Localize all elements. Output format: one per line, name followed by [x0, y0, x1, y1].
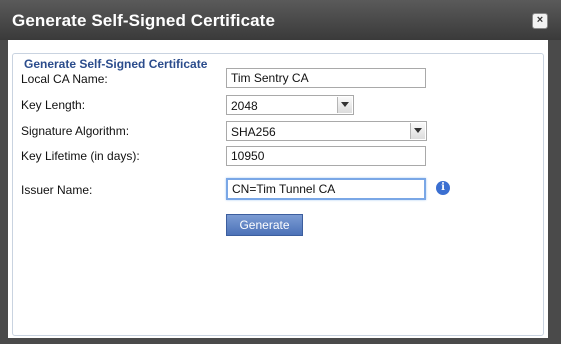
local-ca-name-label: Local CA Name:: [21, 72, 108, 86]
signature-algorithm-value: SHA256: [231, 125, 276, 139]
key-lifetime-input[interactable]: [226, 146, 426, 166]
dialog-title-bar: Generate Self-Signed Certificate ×: [0, 0, 561, 40]
fieldset-legend: Generate Self-Signed Certificate: [21, 57, 211, 71]
key-length-label: Key Length:: [21, 98, 86, 112]
signature-algorithm-label: Signature Algorithm:: [21, 124, 130, 138]
close-icon[interactable]: ×: [532, 13, 548, 29]
chevron-down-icon[interactable]: [337, 97, 352, 113]
signature-algorithm-select[interactable]: SHA256: [226, 121, 427, 141]
issuer-name-label: Issuer Name:: [21, 183, 93, 197]
dialog-title: Generate Self-Signed Certificate: [12, 11, 275, 30]
key-length-select[interactable]: 2048: [226, 95, 354, 115]
generate-certificate-dialog: Generate Self-Signed Certificate × Gener…: [0, 0, 561, 344]
info-icon[interactable]: i: [436, 181, 450, 195]
chevron-down-icon[interactable]: [410, 123, 425, 139]
issuer-name-input[interactable]: [226, 178, 426, 200]
local-ca-name-input[interactable]: [226, 68, 426, 88]
generate-button[interactable]: Generate: [226, 214, 303, 236]
key-lifetime-label: Key Lifetime (in days):: [21, 149, 140, 163]
key-length-value: 2048: [231, 99, 258, 113]
dialog-body: Generate Self-Signed Certificate Local C…: [8, 40, 548, 338]
